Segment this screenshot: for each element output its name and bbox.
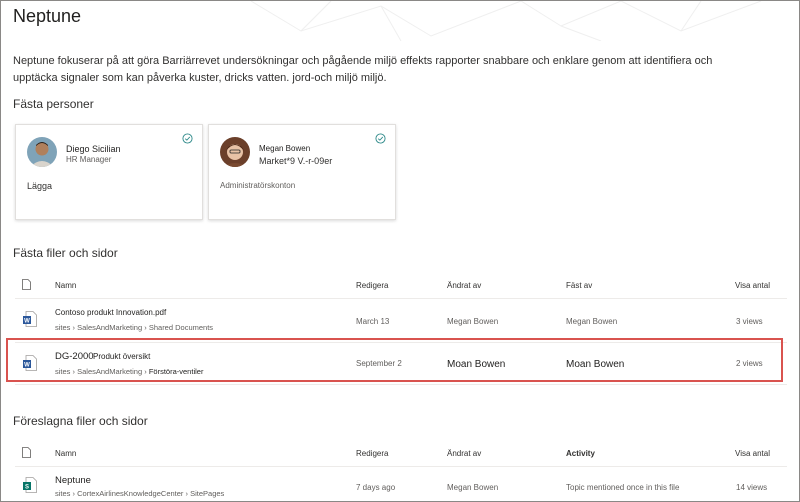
verified-check-icon [375, 133, 386, 144]
person-role: Market*9 V.-r-09er [259, 156, 333, 166]
suggested-files-table: Namn Redigera Ändrat av Activity Visa an… [15, 439, 787, 501]
person-role: HR Manager [66, 155, 112, 164]
table-row[interactable]: W Contoso produkt Innovation.pdf sites ›… [15, 299, 787, 343]
breadcrumb: sites › SalesAndMarketing › Shared Docum… [55, 323, 214, 332]
sway-page-icon: S [23, 477, 37, 493]
edited-date: March 13 [356, 317, 390, 326]
column-modified-by[interactable]: Ändrat av [447, 281, 481, 290]
file-name[interactable]: Neptune [55, 475, 91, 486]
modified-by: Moan Bowen [447, 359, 506, 370]
person-name: Megan Bowen [259, 144, 311, 153]
file-type-icon [22, 279, 31, 290]
avatar [220, 137, 250, 167]
pinned-people-title: Fästa personer [13, 97, 94, 111]
column-edited[interactable]: Redigera [356, 281, 388, 290]
view-count: 14 views [736, 483, 768, 492]
word-file-icon: W [23, 355, 37, 371]
edited-date: September 2 [356, 359, 402, 368]
page-title: Neptune [13, 6, 82, 26]
breadcrumb: sites › SalesAndMarketing › Förstöra-ven… [55, 367, 204, 376]
file-name[interactable]: DG-2000 [55, 351, 94, 362]
person-extra: Administratörskonton [220, 181, 296, 190]
pinned-by: Moan Bowen [566, 359, 625, 370]
avatar [27, 137, 57, 167]
table-row[interactable]: S Neptune sites › CortexAirlinesKnowledg… [15, 467, 787, 501]
column-activity[interactable]: Activity [566, 449, 595, 458]
column-edited[interactable]: Redigera [356, 449, 388, 458]
suggested-files-title: Föreslagna filer och sidor [13, 414, 148, 428]
svg-text:W: W [24, 363, 30, 369]
person-card-megan[interactable]: Megan Bowen Market*9 V.-r-09er Administr… [208, 124, 396, 220]
word-file-icon: W [23, 311, 37, 327]
modified-by: Megan Bowen [447, 317, 499, 326]
table-row[interactable]: W DG-2000 Produkt översikt sites › Sales… [15, 343, 787, 385]
edited-date: 7 days ago [356, 483, 396, 492]
activity: Topic mentioned once in this file [566, 483, 680, 492]
column-name[interactable]: Namn [55, 281, 76, 290]
person-extra: Lägga [27, 181, 53, 191]
svg-text:W: W [24, 319, 30, 325]
person-card-diego[interactable]: Diego Sicilian HR Manager Lägga [15, 124, 203, 220]
file-type-icon [22, 447, 31, 458]
file-subtitle: Produkt översikt [93, 352, 151, 361]
pinned-by: Megan Bowen [566, 317, 618, 326]
view-count: 3 views [736, 317, 763, 326]
breadcrumb: sites › CortexAirlinesKnowledgeCenter › … [55, 489, 225, 498]
pinned-files-table: Namn Redigera Ändrat av Fäst av Visa ant… [15, 271, 787, 385]
header-decoration [250, 1, 762, 41]
modified-by: Megan Bowen [447, 483, 499, 492]
column-name[interactable]: Namn [55, 449, 76, 458]
page-description: Neptune fokuserar på att göra Barriärrev… [13, 55, 713, 84]
file-name[interactable]: Contoso produkt Innovation.pdf [55, 308, 166, 317]
pinned-files-title: Fästa filer och sidor [13, 246, 118, 260]
verified-check-icon [182, 133, 193, 144]
column-views[interactable]: Visa antal [735, 281, 770, 290]
column-pinned-by[interactable]: Fäst av [566, 281, 592, 290]
view-count: 2 views [736, 359, 763, 368]
window-frame: Neptune Neptune fokuserar på att göra Ba… [0, 0, 800, 502]
column-modified-by[interactable]: Ändrat av [447, 449, 481, 458]
person-name: Diego Sicilian [66, 144, 121, 154]
table-header: Namn Redigera Ändrat av Activity Visa an… [15, 439, 787, 467]
svg-text:S: S [25, 485, 29, 491]
table-header: Namn Redigera Ändrat av Fäst av Visa ant… [15, 271, 787, 299]
column-views[interactable]: Visa antal [735, 449, 770, 458]
